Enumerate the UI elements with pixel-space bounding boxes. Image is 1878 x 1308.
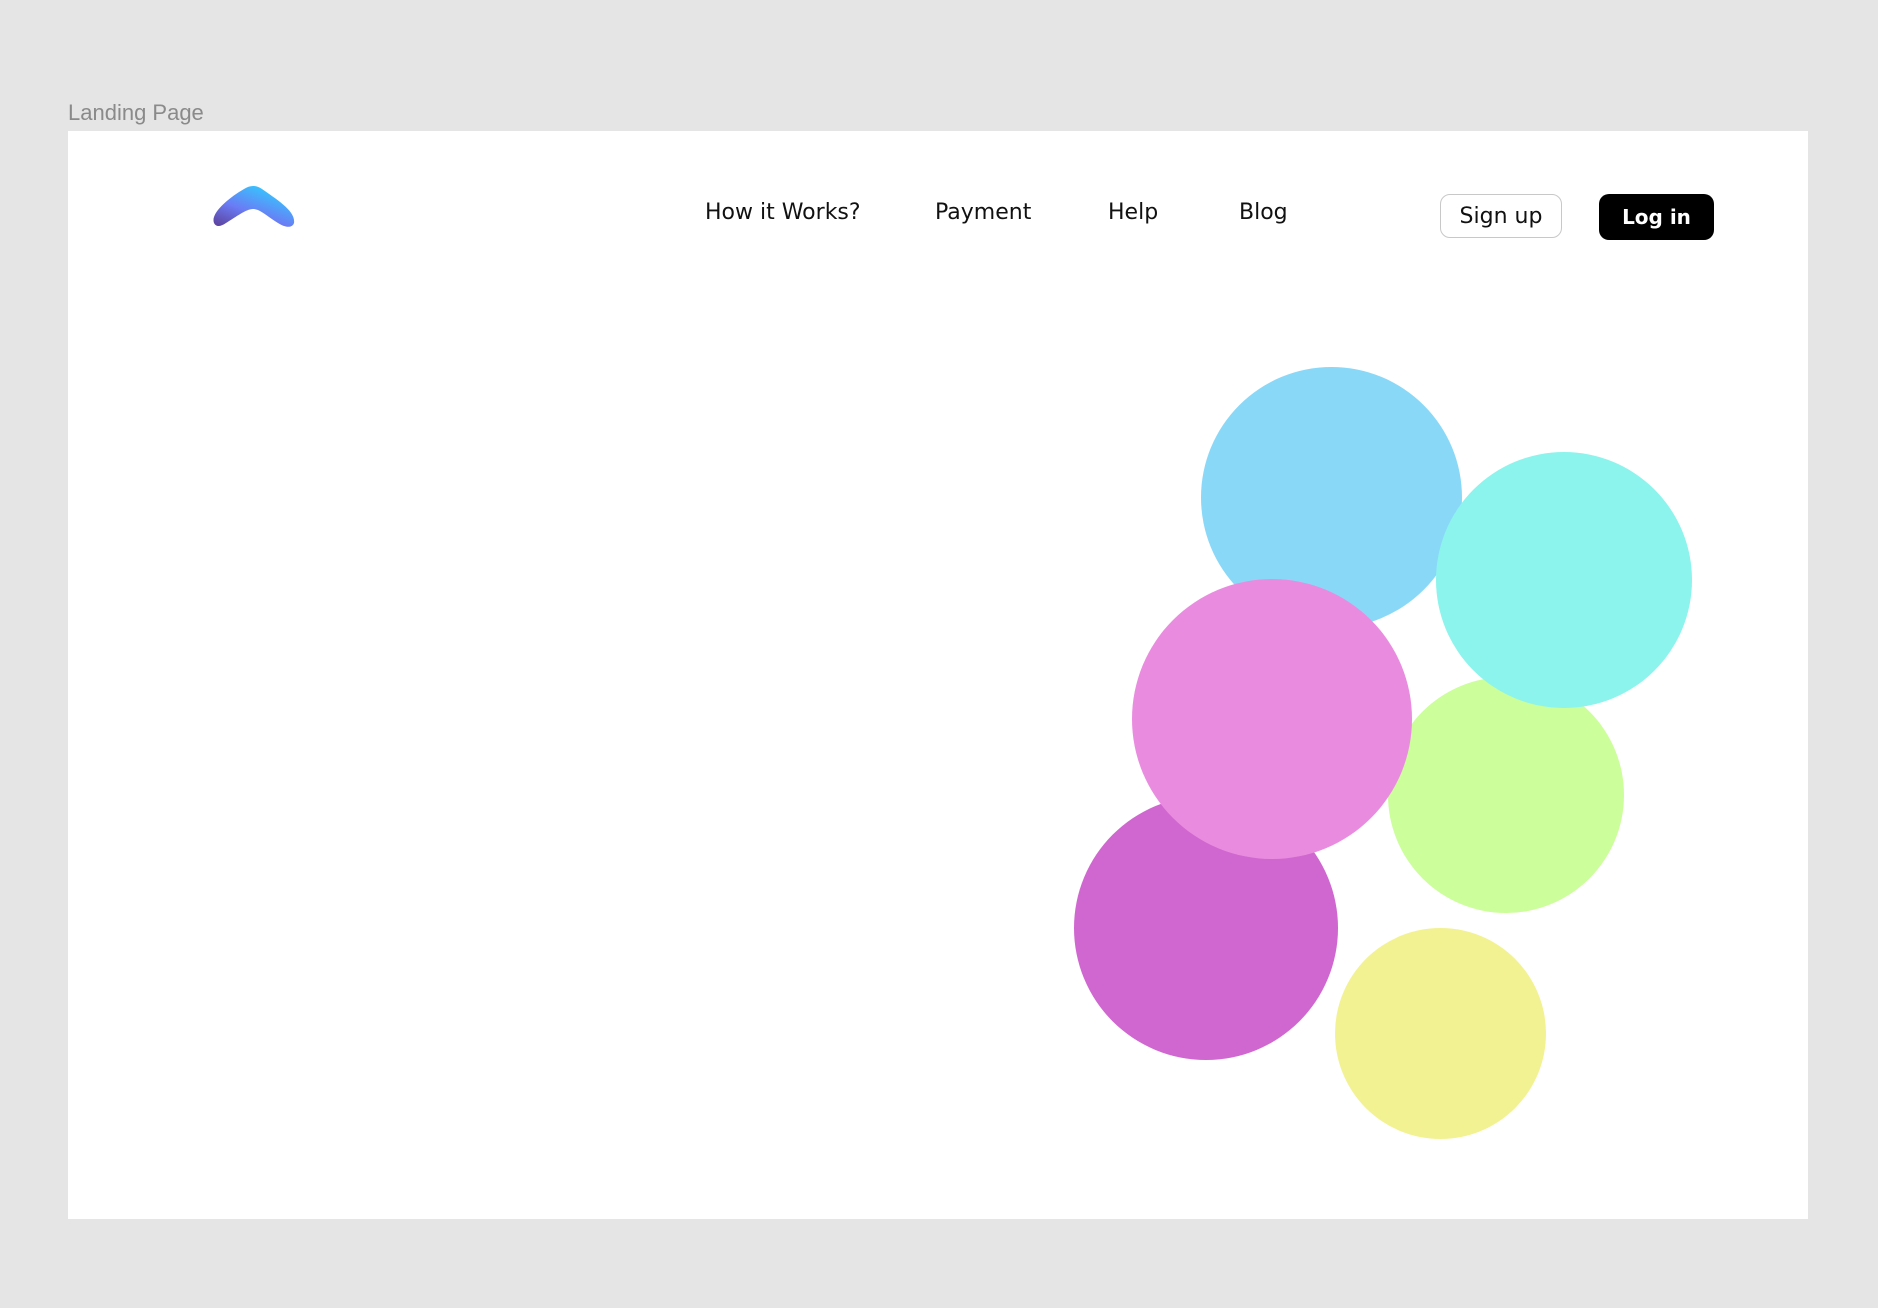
chevron-up-logo-icon[interactable] [210, 183, 296, 229]
sign-up-button[interactable]: Sign up [1440, 194, 1562, 238]
nav-payment[interactable]: Payment [935, 200, 1031, 225]
landing-page-frame: How it Works? Payment Help Blog Sign up … [68, 131, 1808, 1219]
frame-label: Landing Page [68, 100, 204, 125]
nav-blog[interactable]: Blog [1239, 200, 1288, 225]
decorative-circle-light-green [1388, 677, 1624, 913]
decorative-circle-yellow [1335, 928, 1546, 1139]
nav-help[interactable]: Help [1108, 200, 1158, 225]
decorative-circle-aqua [1436, 452, 1692, 708]
log-in-button[interactable]: Log in [1599, 194, 1714, 240]
decorative-circle-pink [1132, 579, 1412, 859]
nav-how-it-works[interactable]: How it Works? [705, 200, 861, 225]
